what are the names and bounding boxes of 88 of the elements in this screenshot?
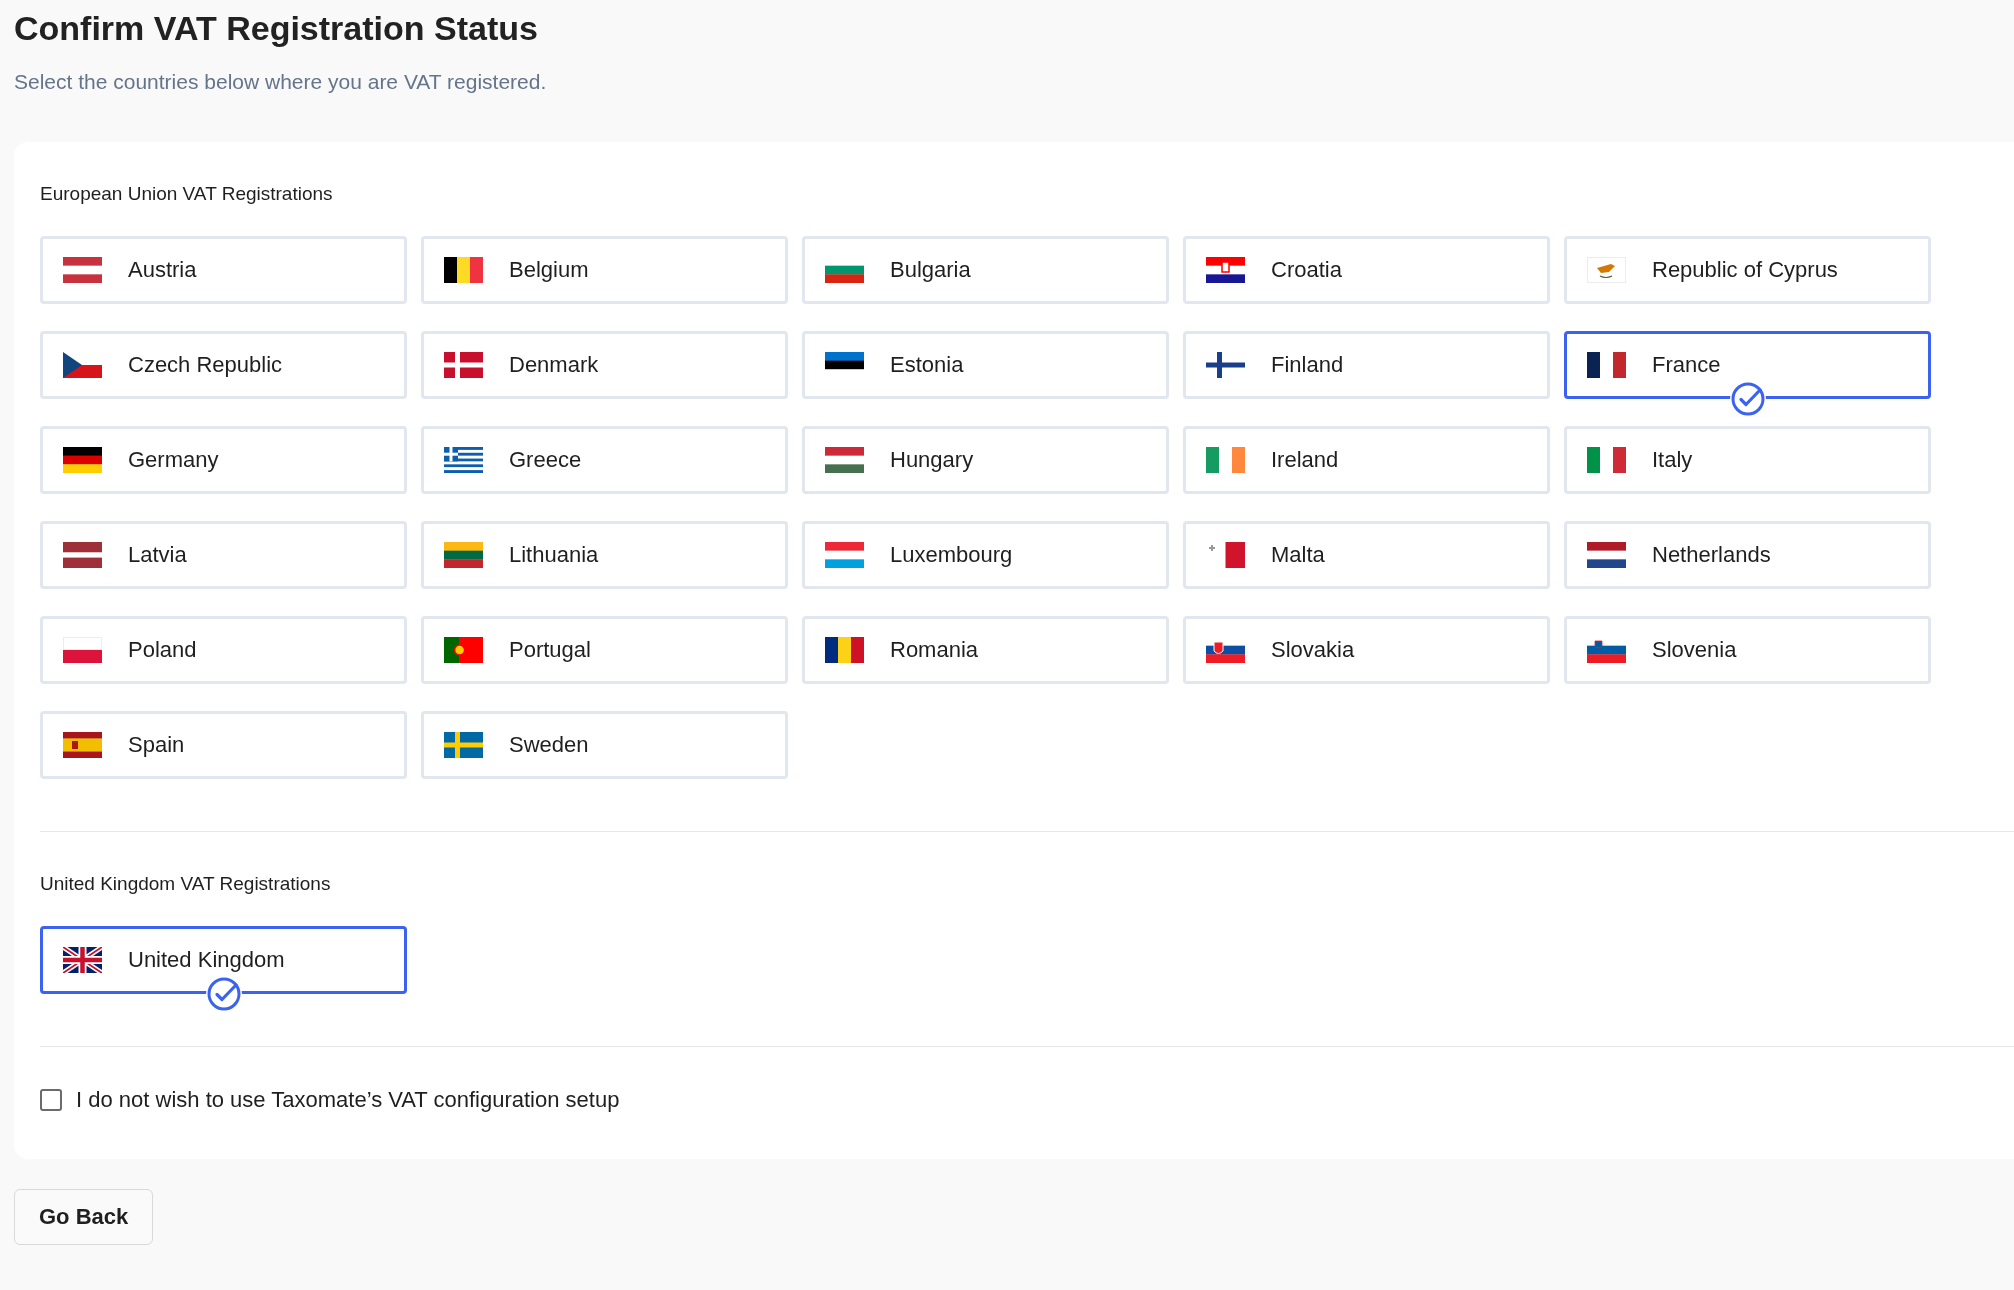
- country-option[interactable]: Italy: [1564, 426, 1931, 494]
- flag-icon: [63, 257, 102, 283]
- flag-icon: [1206, 447, 1245, 473]
- country-name: Portugal: [509, 637, 591, 663]
- country-name: Ireland: [1271, 447, 1339, 473]
- section-label: United Kingdom VAT Registrations: [40, 872, 332, 896]
- flag-icon: [444, 732, 483, 758]
- flag-icon: [444, 447, 483, 473]
- flag-icon: [63, 947, 102, 973]
- flag-icon: [63, 352, 102, 378]
- country-option[interactable]: United Kingdom: [40, 926, 407, 994]
- country-name: United Kingdom: [128, 947, 285, 973]
- country-name: Lithuania: [509, 542, 599, 568]
- flag-icon: [825, 542, 864, 568]
- flag-icon: [63, 447, 102, 473]
- country-option[interactable]: Lithuania: [421, 521, 788, 589]
- country-name: Slovakia: [1271, 637, 1355, 663]
- go-back-button[interactable]: Go Back: [14, 1189, 154, 1245]
- checkbox[interactable]: [40, 1089, 62, 1111]
- country-option[interactable]: Hungary: [802, 426, 1169, 494]
- country-option[interactable]: Spain: [40, 711, 407, 779]
- country-option[interactable]: Denmark: [421, 331, 788, 399]
- country-option[interactable]: Germany: [40, 426, 407, 494]
- checkbox-label: I do not wish to use Taxomate’s VAT configuration setup: [76, 1087, 620, 1113]
- flag-icon: [1587, 637, 1626, 663]
- country-name: Hungary: [890, 447, 974, 473]
- country-option[interactable]: Ireland: [1183, 426, 1550, 494]
- flag-icon: [825, 447, 864, 473]
- country-name: Austria: [128, 257, 197, 283]
- country-name: Germany: [128, 447, 219, 473]
- page-title: Confirm VAT Registration Status: [14, 8, 539, 49]
- country-name: Slovenia: [1652, 637, 1737, 663]
- flag-icon: [63, 542, 102, 568]
- country-option[interactable]: Sweden: [421, 711, 788, 779]
- flag-icon: [1206, 257, 1245, 283]
- country-option[interactable]: Luxembourg: [802, 521, 1169, 589]
- flag-icon: [1587, 542, 1626, 568]
- country-name: Netherlands: [1652, 542, 1771, 568]
- country-name: Sweden: [509, 732, 589, 758]
- country-option[interactable]: Poland: [40, 616, 407, 684]
- flag-icon: [825, 637, 864, 663]
- flag-icon: [1587, 257, 1626, 283]
- country-name: Greece: [509, 447, 582, 473]
- flag-icon: [1587, 447, 1626, 473]
- country-option[interactable]: Belgium: [421, 236, 788, 304]
- country-name: Republic of Cyprus: [1652, 257, 1838, 283]
- country-name: Bulgaria: [890, 257, 971, 283]
- country-name: Luxembourg: [890, 542, 1013, 568]
- country-option[interactable]: Slovenia: [1564, 616, 1931, 684]
- country-name: Czech Republic: [128, 352, 283, 378]
- country-name: Latvia: [128, 542, 187, 568]
- section-label: European Union VAT Registrations: [40, 182, 334, 206]
- country-name: France: [1652, 352, 1721, 378]
- country-name: Romania: [890, 637, 979, 663]
- country-option[interactable]: Romania: [802, 616, 1169, 684]
- country-option[interactable]: Greece: [421, 426, 788, 494]
- flag-icon: [444, 257, 483, 283]
- country-name: Belgium: [509, 257, 589, 283]
- country-option[interactable]: Croatia: [1183, 236, 1550, 304]
- country-option[interactable]: Bulgaria: [802, 236, 1169, 304]
- country-option[interactable]: Portugal: [421, 616, 788, 684]
- flag-icon: [1206, 542, 1245, 568]
- country-option[interactable]: Finland: [1183, 331, 1550, 399]
- country-name: Italy: [1652, 447, 1693, 473]
- country-option[interactable]: Netherlands: [1564, 521, 1931, 589]
- country-option[interactable]: Estonia: [802, 331, 1169, 399]
- country-option[interactable]: Czech Republic: [40, 331, 407, 399]
- flag-icon: [444, 637, 483, 663]
- flag-icon: [444, 542, 483, 568]
- country-name: Denmark: [509, 352, 599, 378]
- flag-icon: [1206, 352, 1245, 378]
- country-option[interactable]: France: [1564, 331, 1931, 399]
- country-option[interactable]: Austria: [40, 236, 407, 304]
- page-subtitle: Select the countries below where you are VAT registered.: [14, 69, 548, 95]
- country-name: Malta: [1271, 542, 1325, 568]
- country-name: Estonia: [890, 352, 964, 378]
- country-option[interactable]: Malta: [1183, 521, 1550, 589]
- flag-icon: [63, 637, 102, 663]
- country-name: Finland: [1271, 352, 1344, 378]
- flag-icon: [444, 352, 483, 378]
- country-option[interactable]: Republic of Cyprus: [1564, 236, 1931, 304]
- flag-icon: [1587, 352, 1626, 378]
- country-name: Poland: [128, 637, 197, 663]
- country-option[interactable]: Latvia: [40, 521, 407, 589]
- country-name: Spain: [128, 732, 185, 758]
- flag-icon: [63, 732, 102, 758]
- country-option[interactable]: Slovakia: [1183, 616, 1550, 684]
- country-name: Croatia: [1271, 257, 1342, 283]
